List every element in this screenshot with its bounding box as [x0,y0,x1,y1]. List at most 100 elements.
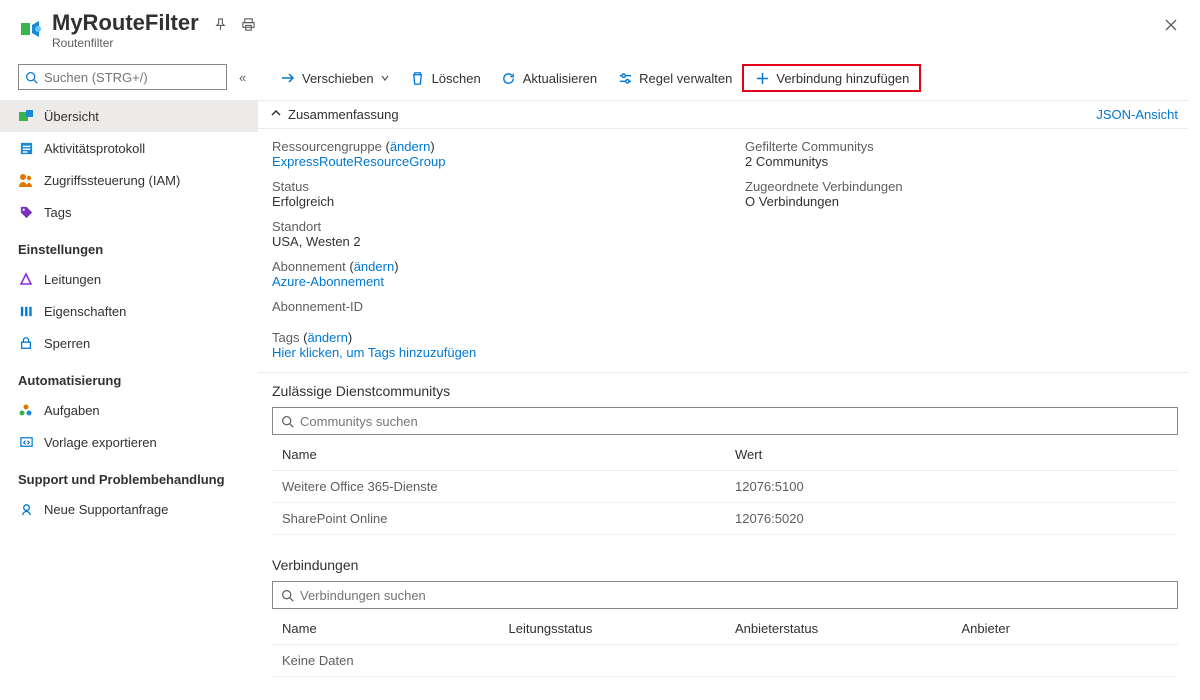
activity-log-icon [18,140,34,156]
connections-title: Verbindungen [272,557,1178,573]
change-subscription-link[interactable]: ändern [354,259,394,274]
add-connection-label: Verbindung hinzufügen [776,71,909,86]
blade-header: MyRouteFilter Routenfilter [0,0,1200,58]
resource-group-label: Ressourcengruppe [272,139,382,154]
connections-search-input[interactable] [300,588,1169,603]
change-resource-group-link[interactable]: ändern [390,139,430,154]
subscription-link[interactable]: Azure-Abonnement [272,274,384,289]
sidebar-item-label: Zugriffssteuerung (IAM) [44,173,180,188]
sidebar-item-tags[interactable]: Tags [0,196,258,228]
print-icon[interactable] [241,16,257,32]
table-row-empty: Keine Daten [272,645,1178,677]
circuits-icon [18,271,34,287]
connections-table: Name Leitungsstatus Anbieterstatus Anbie… [272,613,1178,677]
delete-label: Löschen [432,71,481,86]
sidebar-heading-settings: Einstellungen [0,228,258,263]
tags-icon [18,204,34,220]
change-tags-link[interactable]: ändern [307,330,347,345]
resource-group-link[interactable]: ExpressRouteResourceGroup [272,154,445,169]
sidebar-heading-automation: Automatisierung [0,359,258,394]
export-template-icon [18,434,34,450]
subscription-id-label: Abonnement-ID [272,299,705,314]
sidebar: « Übersicht Aktivitätsprotokoll Zugriffs… [0,58,258,700]
add-tags-link[interactable]: Hier klicken, um Tags hinzuzufügen [272,345,476,360]
sidebar-item-iam[interactable]: Zugriffssteuerung (IAM) [0,164,258,196]
sidebar-item-label: Aktivitätsprotokoll [44,141,145,156]
command-bar: Verschieben Löschen Aktualisieren Regel … [258,58,1188,100]
sidebar-item-circuits[interactable]: Leitungen [0,263,258,295]
location-label: Standort [272,219,705,234]
sidebar-item-label: Tags [44,205,71,220]
add-connection-button[interactable]: Verbindung hinzufügen [742,64,921,92]
lock-icon [18,335,34,351]
iam-icon [18,172,34,188]
sidebar-heading-support: Support und Problembehandlung [0,458,258,493]
col-provider[interactable]: Anbieter [952,613,1179,645]
col-name[interactable]: Name [272,613,499,645]
sidebar-search-input[interactable] [44,70,220,85]
tasks-icon [18,402,34,418]
sidebar-item-properties[interactable]: Eigenschaften [0,295,258,327]
properties-icon [18,303,34,319]
col-name[interactable]: Name [272,439,725,471]
move-button[interactable]: Verschieben [270,66,400,90]
resource-type: Routenfilter [52,36,199,50]
sidebar-item-label: Sperren [44,336,90,351]
refresh-label: Aktualisieren [523,71,597,86]
col-provider-status[interactable]: Anbieterstatus [725,613,952,645]
essentials-toggle[interactable]: Zusammenfassung [270,107,399,122]
sidebar-item-export-template[interactable]: Vorlage exportieren [0,426,258,458]
communities-search[interactable] [272,407,1178,435]
tags-label: Tags [272,330,299,345]
refresh-icon [501,70,517,86]
status-value: Erfolgreich [272,194,705,209]
sidebar-search[interactable] [18,64,227,90]
chevron-up-icon [270,107,282,122]
search-icon [281,589,294,602]
delete-icon [410,70,426,86]
table-row[interactable]: Weitere Office 365-Dienste 12076:5100 [272,471,1178,503]
divider [258,372,1188,373]
communities-title: Zulässige Dienstcommunitys [272,383,1178,399]
move-label: Verschieben [302,71,374,86]
search-icon [281,415,294,428]
essentials-title: Zusammenfassung [288,107,399,122]
communities-search-input[interactable] [300,414,1169,429]
sidebar-item-label: Eigenschaften [44,304,126,319]
status-label: Status [272,179,705,194]
communities-table: Name Wert Weitere Office 365-Dienste 120… [272,439,1178,535]
resource-icon [18,16,44,42]
sidebar-item-overview[interactable]: Übersicht [0,100,258,132]
connections-search[interactable] [272,581,1178,609]
sidebar-item-locks[interactable]: Sperren [0,327,258,359]
json-view-link[interactable]: JSON-Ansicht [1096,107,1178,122]
close-icon[interactable] [1164,18,1178,37]
manage-rule-label: Regel verwalten [639,71,732,86]
table-row[interactable]: SharePoint Online 12076:5020 [272,503,1178,535]
associated-connections-value: O Verbindungen [745,194,1178,209]
location-value: USA, Westen 2 [272,234,705,249]
filtered-communities-value: 2 Communitys [745,154,1178,169]
page-title: MyRouteFilter [52,10,199,36]
chevron-down-icon [380,71,390,86]
delete-button[interactable]: Löschen [400,66,491,90]
col-circuit-status[interactable]: Leitungsstatus [499,613,726,645]
sidebar-item-new-support[interactable]: Neue Supportanfrage [0,493,258,525]
main-content: Verschieben Löschen Aktualisieren Regel … [258,58,1200,700]
sidebar-item-label: Übersicht [44,109,99,124]
sidebar-item-label: Vorlage exportieren [44,435,157,450]
sidebar-item-label: Aufgaben [44,403,100,418]
collapse-sidebar-icon[interactable]: « [235,66,250,89]
move-icon [280,70,296,86]
refresh-button[interactable]: Aktualisieren [491,66,607,90]
sidebar-item-label: Leitungen [44,272,101,287]
support-icon [18,501,34,517]
filtered-communities-label: Gefilterte Communitys [745,139,1178,154]
manage-rule-button[interactable]: Regel verwalten [607,66,742,90]
sidebar-item-tasks[interactable]: Aufgaben [0,394,258,426]
col-value[interactable]: Wert [725,439,1178,471]
pin-icon[interactable] [213,16,229,32]
sidebar-item-label: Neue Supportanfrage [44,502,168,517]
sidebar-item-activity-log[interactable]: Aktivitätsprotokoll [0,132,258,164]
settings-icon [617,70,633,86]
